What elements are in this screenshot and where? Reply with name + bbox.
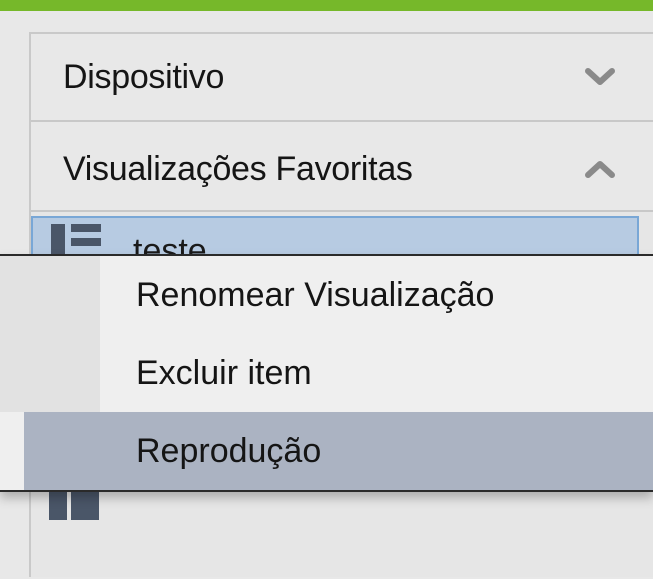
accordion-favorites-header[interactable]: Visualizações Favoritas — [31, 122, 653, 212]
menu-item-rename-view[interactable]: Renomear Visualização — [24, 256, 653, 334]
accordion-favorites-label: Visualizações Favoritas — [63, 150, 413, 188]
menu-item-label: Renomear Visualização — [136, 276, 495, 314]
menu-item-delete-item[interactable]: Excluir item — [24, 334, 653, 412]
chevron-up-icon[interactable] — [583, 152, 617, 186]
accordion-device-label: Dispositivo — [63, 58, 225, 96]
accordion-device-header[interactable]: Dispositivo — [31, 34, 653, 122]
menu-item-playback[interactable]: Reprodução — [24, 412, 653, 490]
chevron-down-icon[interactable] — [583, 60, 617, 94]
menu-item-label: Reprodução — [136, 432, 322, 470]
context-menu: Renomear Visualização Excluir item Repro… — [0, 254, 653, 492]
top-accent-bar — [0, 0, 653, 11]
menu-item-label: Excluir item — [136, 354, 312, 392]
